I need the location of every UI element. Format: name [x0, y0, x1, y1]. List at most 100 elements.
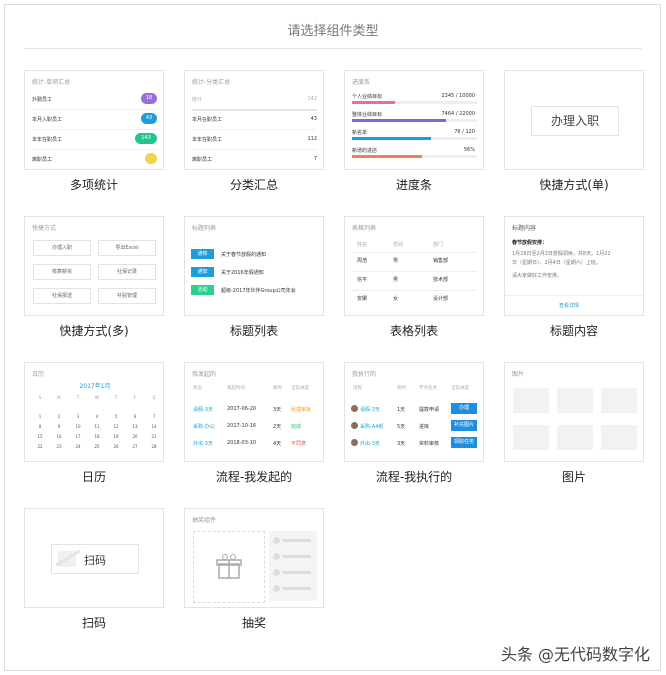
calendar-day[interactable]: 16: [54, 434, 64, 439]
card-label: 流程-我发起的: [215, 470, 293, 484]
calendar-day[interactable]: 28: [149, 444, 159, 449]
flow-header: 当前进度: [451, 386, 469, 391]
calendar-weekday: F: [133, 395, 137, 400]
card-shortcut-multi[interactable]: 快捷方式 办理入职 导出Excel 核算薪资 社保记录 社保报送 补贴管理: [24, 216, 164, 316]
scan-label: 扫码: [84, 554, 106, 567]
flow-cell: 4天: [273, 441, 282, 447]
qr-placeholder-icon: [55, 549, 81, 567]
card-scan[interactable]: 扫码: [24, 508, 164, 608]
calendar-day[interactable]: 18: [92, 434, 102, 439]
table-divider: [352, 290, 477, 291]
calendar-day[interactable]: 13: [130, 424, 140, 429]
card-label: 流程-我执行的: [375, 470, 453, 484]
flow-cell[interactable]: 请假-3天: [360, 406, 380, 413]
progress-fill: [352, 119, 446, 122]
flow-action-button[interactable]: 领取任务: [451, 437, 477, 448]
calendar-day[interactable]: 15: [35, 434, 45, 439]
list-item[interactable]: 关于2016年假通知: [221, 269, 264, 276]
card-title-list[interactable]: 标题列表 通知 关于春节放假的通知 通知 关于2016年假通知 活动 超级-20…: [184, 216, 324, 316]
scan-button[interactable]: 扫码: [51, 544, 139, 574]
calendar-day[interactable]: 17: [73, 434, 83, 439]
calendar-day[interactable]: 24: [73, 444, 83, 449]
calendar-day[interactable]: 6: [130, 414, 140, 419]
flow-status: 完成: [291, 424, 302, 430]
shortcut-button[interactable]: 社保记录: [98, 264, 156, 280]
card-flow-initiated[interactable]: 我发起的 状态 发起时间 耗时 当前进度 请假-3天 2017-06-20 3天 经理审批 采购…: [184, 362, 324, 462]
card-category-summary[interactable]: 统计-分类汇总 统计 142 本月在职员工 43 本年在职员工 112 离职员工 7: [184, 70, 324, 170]
card-title: 进度条: [352, 79, 371, 86]
calendar-day[interactable]: 12: [111, 424, 121, 429]
calendar-day[interactable]: 1: [35, 414, 45, 419]
card-title: 统计-分类汇总: [192, 79, 231, 86]
card-title: 标题内容: [512, 225, 537, 232]
card-shortcut-single[interactable]: 办理入职: [504, 70, 644, 170]
card-progress[interactable]: 进度条 个人业绩目标 2345 / 10000 整体业绩目标 7464 / 22000…: [344, 70, 484, 170]
flow-cell: 资料审核: [419, 441, 440, 447]
watermark: 头条 @无代码数字化: [500, 645, 650, 664]
flow-action-button[interactable]: 办理: [451, 403, 477, 414]
card-calendar[interactable]: 日历 2017年1月 S M T W T F S 1 2 3 4 5 6 7 8 9 10 11 12 13 14 15 1…: [24, 362, 164, 462]
calendar-day[interactable]: 7: [149, 414, 159, 419]
summary-row: 本月在职员工 43: [192, 109, 317, 130]
calendar-day[interactable]: 23: [54, 444, 64, 449]
calendar-day[interactable]: 21: [149, 434, 159, 439]
summary-head: 统计 142: [192, 89, 317, 111]
card-table-list[interactable]: 表格列表 姓名 性别 部门 周浩男销售部 信平男技术部 安娜女设计部: [344, 216, 484, 316]
calendar-day[interactable]: 11: [92, 424, 102, 429]
flow-cell[interactable]: 外出-3天: [360, 440, 380, 447]
calendar-month: 2017年1月: [79, 383, 111, 390]
calendar-day[interactable]: 20: [130, 434, 140, 439]
calendar-day[interactable]: 2: [54, 414, 64, 419]
shortcut-button[interactable]: 办理入职: [531, 106, 619, 136]
card-title: 我发起的: [192, 371, 217, 378]
card-image[interactable]: 图片: [504, 362, 644, 462]
flow-cell[interactable]: 外出-3天: [193, 440, 213, 447]
progress-track: [352, 101, 477, 104]
shortcut-button[interactable]: 补贴管理: [98, 288, 156, 304]
table-cell: 女: [393, 296, 399, 302]
flow-action-button[interactable]: 补充图片: [451, 420, 477, 431]
card-title: 图片: [512, 371, 525, 378]
flow-cell[interactable]: 请假-3天: [193, 406, 213, 413]
calendar-day[interactable]: 5: [111, 414, 121, 419]
card-title-content[interactable]: 标题内容 春节放假安排： 1月26日至2月2日放假调休，共8天。1月22 日（星…: [504, 216, 644, 316]
flow-status: 经理审批: [291, 407, 312, 413]
calendar-day[interactable]: 22: [35, 444, 45, 449]
content-subject: 春节放假安排：: [512, 240, 548, 246]
calendar-day[interactable]: 19: [111, 434, 121, 439]
table-cell: 设计部: [433, 296, 449, 302]
calendar-day[interactable]: 8: [35, 424, 45, 429]
calendar-day[interactable]: 4: [92, 414, 102, 419]
calendar-day[interactable]: 9: [54, 424, 64, 429]
calendar-day[interactable]: 25: [92, 444, 102, 449]
flow-cell[interactable]: 采购-办公: [193, 423, 215, 430]
calendar-day[interactable]: 26: [111, 444, 121, 449]
shortcut-button[interactable]: 社保报送: [33, 288, 91, 304]
card-multi-stat[interactable]: 统计-单项汇总 外勤员工 18 本月入职员工 43 本年在职员工 143 离职员工: [24, 70, 164, 170]
calendar-day[interactable]: 27: [130, 444, 140, 449]
calendar-day[interactable]: 14: [149, 424, 159, 429]
flow-cell: 3天: [397, 441, 406, 447]
view-detail-link[interactable]: 查看详情: [559, 302, 579, 309]
flow-header: 当前进度: [291, 386, 309, 391]
flow-cell: 2天: [273, 424, 282, 430]
shortcut-button[interactable]: 核算薪资: [33, 264, 91, 280]
stat-row: 离职员工: [32, 149, 157, 169]
list-item[interactable]: 超级-2017年伙伴Group公司年会: [221, 287, 296, 294]
flow-cell: 2017-06-20: [227, 406, 257, 412]
list-tag: 活动: [191, 285, 214, 295]
flow-status: 不同意: [291, 441, 307, 447]
card-title: 我执行的: [352, 371, 377, 378]
calendar-weekday: T: [76, 395, 80, 400]
calendar-day[interactable]: 10: [73, 424, 83, 429]
table-divider: [352, 252, 477, 253]
content-body: 请大家做好工作安排。: [512, 273, 563, 279]
card-label: 多项统计: [69, 178, 118, 192]
card-flow-executed[interactable]: 我执行的 流程 耗时 节点任务 当前进度 请假-3天 1天 提款申请 办理 采购-A4纸 5天 进库…: [344, 362, 484, 462]
shortcut-button[interactable]: 办理入职: [33, 240, 91, 256]
list-item[interactable]: 关于春节放假的通知: [221, 251, 266, 258]
shortcut-button[interactable]: 导出Excel: [98, 240, 156, 256]
calendar-day[interactable]: 3: [73, 414, 83, 419]
card-lottery[interactable]: 抽奖组件: [184, 508, 324, 608]
flow-cell[interactable]: 采购-A4纸: [360, 423, 383, 430]
